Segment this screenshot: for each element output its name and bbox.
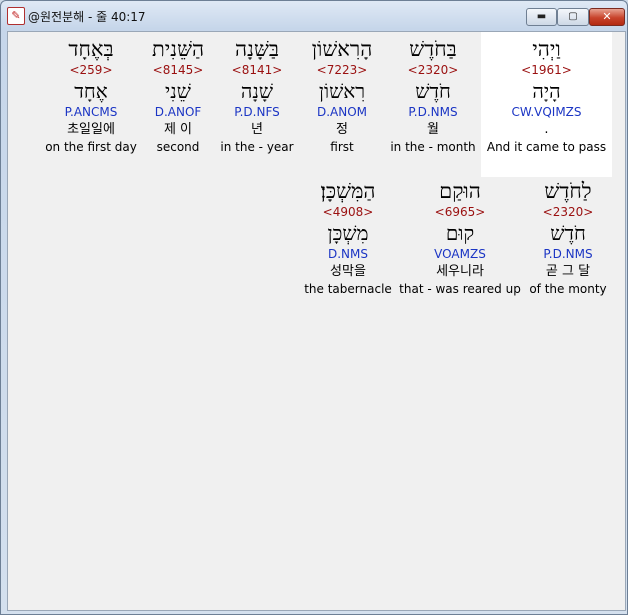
lexical-form: אֶחָד (74, 79, 108, 103)
app-icon[interactable]: ✎ (7, 7, 25, 25)
english-gloss: in the - year (220, 140, 294, 154)
english-gloss: of the monty (529, 282, 607, 296)
word-cell[interactable]: הוּקַם <6965> קוּם VOAMZS 세우니라 that - wa… (398, 178, 522, 297)
strong-number[interactable]: <7223> (298, 62, 386, 78)
hebrew-word: הַשֵּׁנִית (151, 37, 205, 61)
interlinear-panel: וַיְהִי <1961> הָיָה CW.VQIMZS . And it … (7, 31, 626, 611)
word-cell[interactable]: בַּחֹדֶשׁ <2320> חֹדֶשׁ P.D.NMS 월 in the… (388, 36, 478, 155)
strong-number[interactable]: <1961> (481, 62, 612, 78)
english-gloss: the tabernacle (304, 282, 392, 296)
lexical-form: שָׁנָה (240, 79, 274, 103)
strong-number[interactable]: <2320> (526, 204, 610, 220)
lexical-form: קוּם (445, 221, 475, 245)
korean-gloss: 제 이 (163, 122, 193, 137)
morphology-code: D.NMS (327, 247, 368, 261)
hebrew-word: הַמִּשְׁכָּן׃ (320, 179, 376, 203)
window-title: @원전분해 - 줄 40:17 (28, 10, 146, 24)
korean-gloss: 정 (336, 122, 348, 137)
morphology-code: P.D.NMS (408, 105, 458, 119)
lexical-form: מִשְׁכָּן (327, 221, 369, 245)
english-gloss: first (330, 140, 354, 154)
korean-gloss: 세우니라 (436, 264, 484, 279)
morphology-code: D.ANOF (154, 105, 202, 119)
strong-number[interactable]: <8141> (216, 62, 298, 78)
word-cell[interactable]: הַשֵּׁנִית <8145> שֵׁנִי D.ANOF 제 이 seco… (143, 36, 213, 155)
close-button[interactable]: ✕ (589, 8, 625, 26)
word-cell[interactable]: הָרִאשׁוֹן <7223> רִאשׁוֹן D.ANOM 정 firs… (298, 36, 386, 155)
maximize-button[interactable]: ▢ (557, 8, 589, 26)
hebrew-word: בַּחֹדֶשׁ (409, 37, 457, 61)
lexical-form: חֹדֶשׁ (550, 221, 586, 245)
strong-number[interactable]: <259> (44, 62, 138, 78)
morphology-code: D.ANOM (316, 105, 368, 119)
strong-number[interactable]: <4908> (304, 204, 392, 220)
morphology-code: CW.VQIMZS (511, 105, 582, 119)
korean-gloss: 년 (251, 122, 263, 137)
hebrew-word: בַּשָּׁנָה (235, 37, 279, 61)
hebrew-word: הוּקַם (439, 179, 481, 203)
english-gloss: second (156, 140, 200, 154)
strong-number[interactable]: <2320> (388, 62, 478, 78)
minimize-button[interactable]: ▬ (526, 8, 557, 26)
word-cell[interactable]: הַמִּשְׁכָּן׃ <4908> מִשְׁכָּן D.NMS 성막을… (304, 178, 392, 297)
word-cell[interactable]: וַיְהִי <1961> הָיָה CW.VQIMZS . And it … (481, 32, 612, 177)
english-gloss: And it came to pass (486, 140, 607, 154)
korean-gloss: . (544, 122, 549, 137)
morphology-code: VOAMZS (434, 247, 486, 261)
app-window: ✎ @원전분해 - 줄 40:17 ▬ ▢ ✕ וַיְהִי <1961> ה… (0, 0, 628, 615)
word-cell[interactable]: בַּשָּׁנָה <8141> שָׁנָה P.D.NFS 년 in th… (216, 36, 298, 155)
morphology-code: P.D.NFS (234, 105, 280, 119)
hebrew-word: הָרִאשׁוֹן (311, 37, 373, 61)
lexical-form: רִאשׁוֹן (318, 79, 366, 103)
morphology-code: P.D.NMS (543, 247, 593, 261)
lexical-form: שֵׁנִי (165, 79, 191, 103)
english-gloss: that - was reared up (399, 282, 521, 296)
english-gloss: in the - month (390, 140, 476, 154)
lexical-form: חֹדֶשׁ (415, 79, 451, 103)
korean-gloss: 월 (427, 122, 439, 137)
word-cell[interactable]: לַחֹדֶשׁ <2320> חֹדֶשׁ P.D.NMS 곧 그 달 of … (526, 178, 610, 297)
english-gloss: on the first day (45, 140, 137, 154)
korean-gloss: 초일일에 (67, 122, 115, 137)
hebrew-word: לַחֹדֶשׁ (544, 179, 592, 203)
korean-gloss: 성막을 (330, 264, 366, 279)
word-cell[interactable]: בְּאֶחָד <259> אֶחָד P.ANCMS 초일일에 on the… (44, 36, 138, 155)
korean-gloss: 곧 그 달 (545, 264, 591, 279)
lexical-form: הָיָה (532, 79, 561, 103)
strong-number[interactable]: <6965> (398, 204, 522, 220)
title-bar[interactable]: ✎ @원전분해 - 줄 40:17 ▬ ▢ ✕ (1, 1, 627, 31)
hebrew-word: בְּאֶחָד (68, 37, 114, 61)
morphology-code: P.ANCMS (64, 105, 118, 119)
strong-number[interactable]: <8145> (143, 62, 213, 78)
hebrew-word: וַיְהִי (532, 37, 561, 61)
